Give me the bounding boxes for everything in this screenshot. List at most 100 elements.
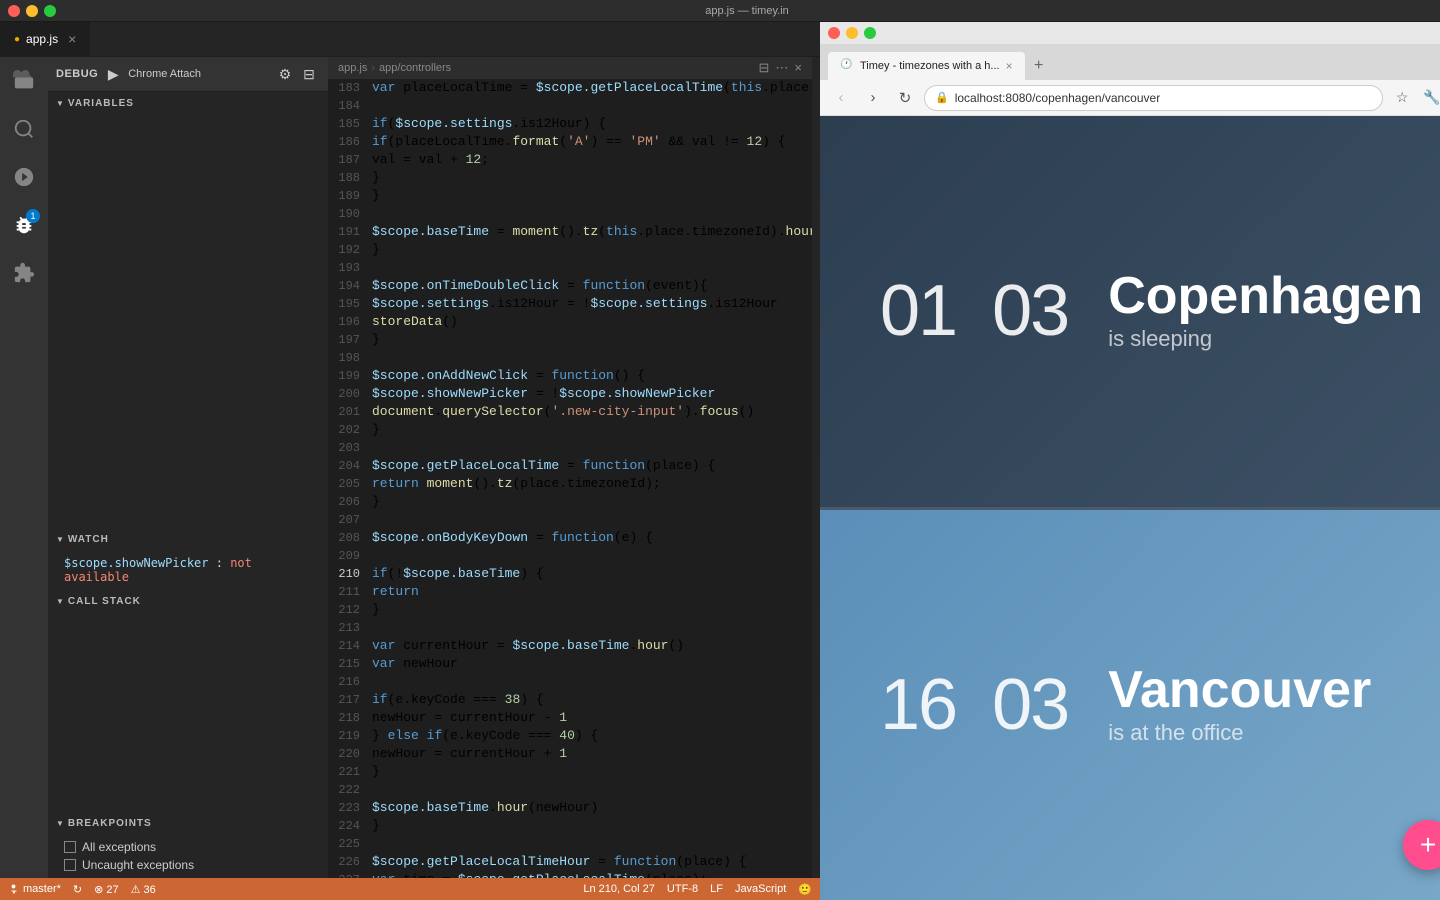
browser-close-btn[interactable] xyxy=(828,27,840,39)
status-warnings[interactable]: ⚠ 36 xyxy=(131,883,156,896)
url-lock-icon: 🔒 xyxy=(935,91,949,104)
vancouver-name: Vancouver xyxy=(1108,664,1371,716)
line-number: 184 xyxy=(328,97,360,115)
line-number: 201 xyxy=(328,403,360,421)
bp-all-exceptions-checkbox[interactable] xyxy=(64,841,76,853)
browser-reload-btn[interactable]: ↻ xyxy=(892,85,918,111)
browser-tab-favicon: 🕐 xyxy=(840,59,854,73)
line-number: 193 xyxy=(328,259,360,277)
status-branch-text: master* xyxy=(23,883,61,895)
activity-search[interactable] xyxy=(0,105,48,153)
line-number: 205 xyxy=(328,475,360,493)
code-line: } xyxy=(372,817,812,835)
bp-uncaught-exceptions-checkbox[interactable] xyxy=(64,859,76,871)
mac-max-btn[interactable] xyxy=(44,5,56,17)
vancouver-status: is at the office xyxy=(1108,720,1371,746)
mac-min-btn[interactable] xyxy=(26,5,38,17)
code-line: var newHour xyxy=(372,655,812,673)
status-emoji[interactable]: 🙂 xyxy=(798,883,812,896)
line-number: 218 xyxy=(328,709,360,727)
variables-section-header[interactable]: ▼ VARIABLES xyxy=(48,92,328,114)
watch-section-header[interactable]: ▼ WATCH xyxy=(48,528,328,550)
mac-close-btn[interactable] xyxy=(8,5,20,17)
line-number: 187 xyxy=(328,151,360,169)
debug-play-btn[interactable]: ▶ xyxy=(102,63,124,85)
status-line-col[interactable]: Ln 210, Col 27 xyxy=(583,883,655,895)
code-line xyxy=(372,205,812,223)
code-editor: app.js › app/controllers ⊟ ⋯ × 183184185… xyxy=(328,57,812,878)
breadcrumb-path: app/controllers xyxy=(379,62,451,74)
callstack-section: ▼ CALL STACK xyxy=(48,590,328,812)
code-line: } xyxy=(372,187,812,205)
url-text: localhost:8080/copenhagen/vancouver xyxy=(955,91,1161,105)
code-line xyxy=(372,781,812,799)
status-encoding[interactable]: UTF-8 xyxy=(667,883,698,895)
breakpoints-content: All exceptions Uncaught exceptions xyxy=(48,834,328,878)
browser-tab-timey[interactable]: 🕐 Timey - timezones with a h... × xyxy=(828,52,1025,80)
callstack-arrow: ▼ xyxy=(56,597,64,606)
browser-max-btn[interactable] xyxy=(864,27,876,39)
line-number: 192 xyxy=(328,241,360,259)
browser-content: 01 03 Copenhagen is sleeping 16 03 Vanco… xyxy=(820,116,1440,900)
vancouver-info: Vancouver is at the office xyxy=(1108,664,1371,746)
timey-vancouver: 16 03 Vancouver is at the office + xyxy=(820,510,1440,900)
code-lines: var placeLocalTime = $scope.getPlaceLoca… xyxy=(368,79,812,878)
debug-settings-btn[interactable]: ⚙ xyxy=(274,63,296,85)
activity-debug[interactable]: 1 xyxy=(0,201,48,249)
line-number: 222 xyxy=(328,781,360,799)
line-number: 216 xyxy=(328,673,360,691)
status-sync-icon: ↻ xyxy=(73,883,82,896)
browser-forward-btn[interactable]: › xyxy=(860,85,886,111)
code-line: var time = $scope.getPlaceLocalTime(plac… xyxy=(372,871,812,878)
browser-back-btn[interactable]: ‹ xyxy=(828,85,854,111)
browser-titlebar xyxy=(820,22,1440,44)
debug-split-btn[interactable]: ⊟ xyxy=(298,63,320,85)
more-actions-icon[interactable]: ⋯ xyxy=(775,60,788,76)
editor-scrollbar[interactable] xyxy=(812,57,820,878)
line-number: 206 xyxy=(328,493,360,511)
url-bar[interactable]: 🔒 localhost:8080/copenhagen/vancouver xyxy=(924,85,1383,111)
browser-tab-title: Timey - timezones with a h... xyxy=(860,60,1000,72)
code-line: newHour = currentHour - 1 xyxy=(372,709,812,727)
editor-toolbar-icons: ⊟ ⋯ × xyxy=(759,60,803,76)
line-number: 210 xyxy=(328,565,360,583)
line-numbers: 1831841851861871881891901911921931941951… xyxy=(328,79,368,878)
activity-explorer[interactable] xyxy=(0,57,48,105)
code-area[interactable]: 1831841851861871881891901911921931941951… xyxy=(328,79,812,878)
watch-content: $scope.showNewPicker : not available xyxy=(48,550,328,590)
code-line: } xyxy=(372,601,812,619)
browser-bookmark-btn[interactable]: ☆ xyxy=(1389,85,1415,111)
tab-close-icon[interactable]: × xyxy=(68,31,76,47)
status-language[interactable]: JavaScript xyxy=(735,883,786,895)
code-line: return xyxy=(372,583,812,601)
status-branch[interactable]: master* xyxy=(8,883,61,895)
line-number: 203 xyxy=(328,439,360,457)
callstack-section-header[interactable]: ▼ CALL STACK xyxy=(48,590,328,612)
code-line: $scope.onAddNewClick = function() { xyxy=(372,367,812,385)
code-line: $scope.onTimeDoubleClick = function(even… xyxy=(372,277,812,295)
browser-extensions-btn[interactable]: 🔧 xyxy=(1419,85,1440,111)
editor-tab-app-js[interactable]: ● app.js × xyxy=(0,22,91,57)
activity-git[interactable] xyxy=(0,153,48,201)
code-line: } else if(e.keyCode === 40) { xyxy=(372,727,812,745)
status-sync[interactable]: ↻ xyxy=(73,883,82,896)
activity-extensions[interactable] xyxy=(0,249,48,297)
add-city-fab[interactable]: + xyxy=(1403,820,1440,870)
close-editor-icon[interactable]: × xyxy=(794,60,802,76)
status-errors[interactable]: ⊗ 27 xyxy=(94,883,119,896)
breakpoints-section-header[interactable]: ▼ BREAKPOINTS xyxy=(48,812,328,834)
split-editor-icon[interactable]: ⊟ xyxy=(759,60,770,76)
browser-min-btn[interactable] xyxy=(846,27,858,39)
mac-titlebar: app.js — timey.in xyxy=(0,0,1440,22)
debug-config-name: Chrome Attach xyxy=(128,68,270,80)
status-eol[interactable]: LF xyxy=(710,883,723,895)
line-number: 223 xyxy=(328,799,360,817)
browser-new-tab-btn[interactable]: + xyxy=(1025,52,1053,80)
line-number: 219 xyxy=(328,727,360,745)
browser-tab-close-btn[interactable]: × xyxy=(1006,59,1013,73)
callstack-label: CALL STACK xyxy=(68,596,141,607)
breakpoints-label: BREAKPOINTS xyxy=(68,818,152,829)
code-line: storeData() xyxy=(372,313,812,331)
code-line: $scope.getPlaceLocalTimeHour = function(… xyxy=(372,853,812,871)
code-line: if(placeLocalTime.format('A') == 'PM' &&… xyxy=(372,133,812,151)
